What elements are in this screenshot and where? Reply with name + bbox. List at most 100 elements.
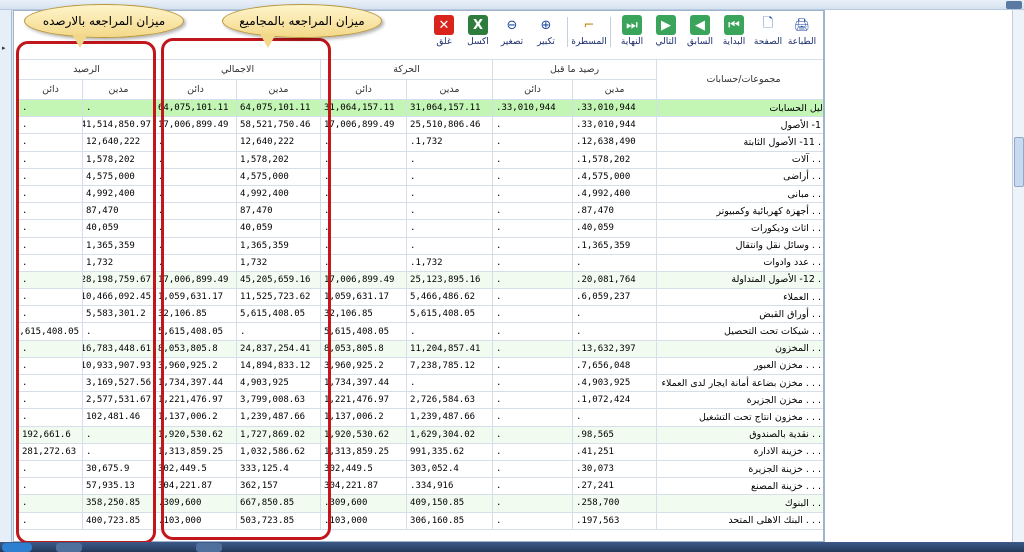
- toolbar-label: تصغير: [500, 37, 524, 47]
- amount-cell: 4,992,400.: [572, 184, 658, 204]
- amount-cell: 2,726,584.63: [406, 391, 494, 410]
- taskbar-item[interactable]: [56, 543, 82, 552]
- ruler-button[interactable]: ⌐ المسطرة: [571, 11, 607, 48]
- amount-cell: .: [492, 288, 574, 307]
- amount-cell: .: [492, 270, 574, 290]
- amount-cell: .: [492, 425, 574, 444]
- printer-button[interactable]: 🖨 الطباعة: [785, 11, 819, 48]
- page-button[interactable]: 🗋 الصفحة: [751, 11, 785, 47]
- zoom-in-icon: ⊕: [540, 17, 552, 33]
- account-name-cell: . . . . خزينة الادارة: [656, 442, 823, 461]
- accounts-column-header[interactable]: مجموعات/حسابات: [656, 59, 823, 100]
- excel-button[interactable]: X اكسل: [461, 11, 495, 47]
- amount-cell: 1,365,359.: [572, 236, 658, 255]
- toolbar-label: تكبير: [537, 37, 555, 47]
- amount-cell: .: [492, 236, 574, 255]
- amount-cell: .: [572, 322, 658, 341]
- amount-cell: 303,052.4: [406, 459, 494, 479]
- vertical-scrollbar[interactable]: [1012, 10, 1024, 542]
- account-name-cell: . . . أوراق القبض: [656, 305, 823, 324]
- amount-cell: .: [406, 150, 494, 169]
- amount-cell: 20,081,764.: [572, 270, 658, 290]
- last-icon: ⏭: [622, 15, 642, 35]
- amount-cell: 13,632,397.: [572, 339, 658, 358]
- amount-cell: 12,638,490.: [572, 133, 658, 152]
- amount-cell: .: [406, 236, 494, 255]
- toolbar-label: الصفحة: [753, 37, 783, 47]
- scrollbar-thumb[interactable]: [1014, 137, 1024, 187]
- amount-cell: 27,241.: [572, 477, 658, 496]
- amount-cell: .: [406, 219, 494, 238]
- amount-cell: 5,615,408.05: [406, 305, 494, 324]
- amount-cell: 1,629,304.02: [406, 425, 494, 444]
- group-header-opening: رصيد ما قبل: [492, 59, 658, 80]
- amount-cell: 991,335.62: [406, 442, 494, 461]
- amount-cell: 40,059.: [572, 219, 658, 238]
- amount-cell: .: [406, 202, 494, 221]
- amount-cell: .: [320, 133, 408, 152]
- toolbar-label: غلق: [436, 37, 452, 47]
- amount-cell: .: [320, 236, 408, 255]
- window-control-button[interactable]: [1006, 1, 1022, 9]
- panel-expand-icon[interactable]: ▸: [2, 44, 6, 52]
- amount-cell: 1,313,859.25: [320, 442, 408, 461]
- amount-cell: .: [572, 408, 658, 427]
- amount-cell: .: [492, 408, 574, 427]
- amount-cell: 7,238,785.12: [406, 356, 494, 376]
- amount-cell: 304,221.87: [320, 477, 408, 496]
- account-name-cell: . . . البنوك: [656, 494, 823, 513]
- close-button[interactable]: ✕ غلق: [427, 11, 461, 47]
- taskbar-item[interactable]: [196, 543, 222, 552]
- next-button[interactable]: ▶ التالي: [649, 11, 683, 47]
- first-icon: ⏮: [724, 15, 744, 35]
- amount-cell: .: [492, 253, 574, 272]
- left-collapsed-panel[interactable]: ▸: [0, 10, 12, 542]
- sub-header-credit: دائن: [492, 79, 574, 100]
- amount-cell: 302,449.5: [320, 459, 408, 479]
- amount-cell: 1,221,476.97: [320, 391, 408, 410]
- amount-cell: 1,920,530.62: [320, 425, 408, 444]
- amount-cell: .: [492, 391, 574, 410]
- totals-highlight-box: [161, 38, 331, 540]
- amount-cell: .: [492, 477, 574, 496]
- amount-cell: .: [492, 459, 574, 479]
- taskbar: [0, 542, 1024, 552]
- zoom-out-button[interactable]: ⊖ تصغير: [495, 11, 529, 48]
- amount-cell: 306,160.85: [406, 511, 494, 530]
- amount-cell: .: [572, 253, 658, 272]
- account-name-cell: . . . . مخزن العبور: [656, 356, 823, 376]
- amount-cell: .: [320, 167, 408, 186]
- excel-icon: X: [468, 15, 488, 35]
- toolbar-separator: [610, 17, 611, 47]
- amount-cell: .: [492, 305, 574, 324]
- amount-cell: 11,204,857.41: [406, 339, 494, 358]
- amount-cell: .: [406, 184, 494, 204]
- start-button[interactable]: [2, 543, 32, 552]
- first-button[interactable]: ⏮ البداية: [717, 11, 751, 47]
- account-name-cell: . . . وسائل نقل وانتقال: [656, 236, 823, 255]
- amount-cell: 3,960,925.2: [320, 356, 408, 376]
- account-name-cell: دليل الحسابات: [656, 98, 823, 118]
- amount-cell: 1,734,397.44: [320, 373, 408, 393]
- amount-cell: .: [492, 373, 574, 393]
- amount-cell: 31,064,157.11: [320, 98, 408, 118]
- amount-cell: 6,059,237.: [572, 288, 658, 307]
- printer-icon: 🖨: [793, 17, 811, 33]
- amount-cell: 41,251.: [572, 442, 658, 461]
- amount-cell: .: [406, 322, 494, 341]
- close-icon: ✕: [434, 15, 454, 35]
- toolbar-label: الطباعة: [787, 37, 817, 47]
- amount-cell: 33,010,944.: [572, 116, 658, 135]
- toolbar-label: البداية: [722, 37, 746, 47]
- amount-cell: .: [320, 150, 408, 169]
- amount-cell: 17,006,899.49: [320, 270, 408, 290]
- amount-cell: .: [492, 150, 574, 169]
- amount-cell: 8,053,805.8: [320, 339, 408, 358]
- last-button[interactable]: ⏭ النهاية: [615, 11, 649, 47]
- amount-cell: 33,010,944.: [572, 98, 658, 118]
- account-name-cell: . . 12- الأصول المتداولة: [656, 270, 823, 290]
- previous-button[interactable]: ◀ السابق: [683, 11, 717, 47]
- zoom-in-button[interactable]: ⊕ تكبير: [529, 11, 563, 48]
- amount-cell: 32,106.85: [320, 305, 408, 324]
- sub-header-debit: مدين: [406, 79, 494, 100]
